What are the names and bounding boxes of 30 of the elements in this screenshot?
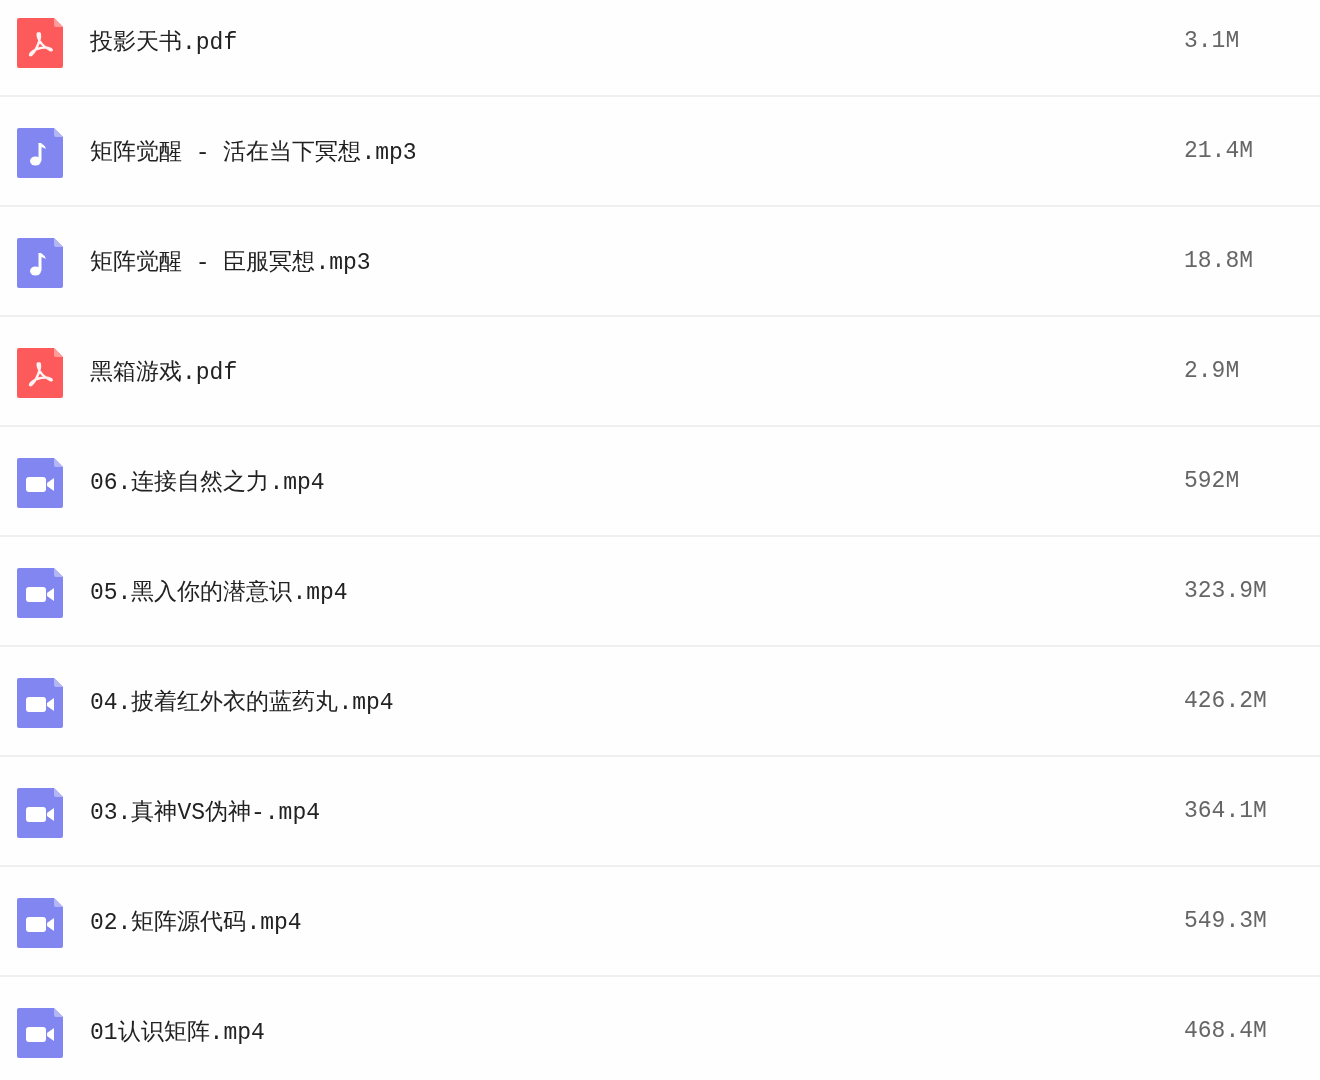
file-name[interactable]: 01认识矩阵.mp4: [90, 1015, 265, 1047]
file-size: 468.4M: [1184, 1018, 1267, 1044]
pdf-file-icon: [17, 348, 63, 398]
file-size: 323.9M: [1184, 578, 1267, 604]
music-file-icon: [17, 238, 63, 288]
file-name[interactable]: 06.连接自然之力.mp4: [90, 465, 325, 497]
file-size: 21.4M: [1184, 138, 1253, 164]
video-file-icon: [17, 458, 63, 508]
file-size: 426.2M: [1184, 688, 1267, 714]
file-name[interactable]: 02.矩阵源代码.mp4: [90, 905, 302, 937]
file-size: 592M: [1184, 468, 1240, 494]
video-file-icon: [17, 788, 63, 838]
music-file-icon: [17, 128, 63, 178]
file-size: 549.3M: [1184, 908, 1267, 934]
file-size: 18.8M: [1184, 248, 1253, 274]
video-file-icon: [17, 1008, 63, 1058]
file-name[interactable]: 矩阵觉醒 - 活在当下冥想.mp3: [90, 135, 417, 167]
pdf-file-icon: [17, 18, 63, 68]
file-size: 3.1M: [1184, 28, 1240, 54]
file-name[interactable]: 矩阵觉醒 - 臣服冥想.mp3: [90, 245, 371, 277]
file-name[interactable]: 05.黑入你的潜意识.mp4: [90, 575, 348, 607]
file-name[interactable]: 04.披着红外衣的蓝药丸.mp4: [90, 685, 394, 717]
video-file-icon: [17, 678, 63, 728]
file-size: 2.9M: [1184, 358, 1240, 384]
file-name[interactable]: 黑箱游戏.pdf: [90, 355, 238, 387]
video-file-icon: [17, 568, 63, 618]
file-name[interactable]: 投影天书.pdf: [90, 25, 238, 57]
file-name[interactable]: 03.真神VS伪神-.mp4: [90, 795, 321, 827]
video-file-icon: [17, 898, 63, 948]
file-size: 364.1M: [1184, 798, 1267, 824]
